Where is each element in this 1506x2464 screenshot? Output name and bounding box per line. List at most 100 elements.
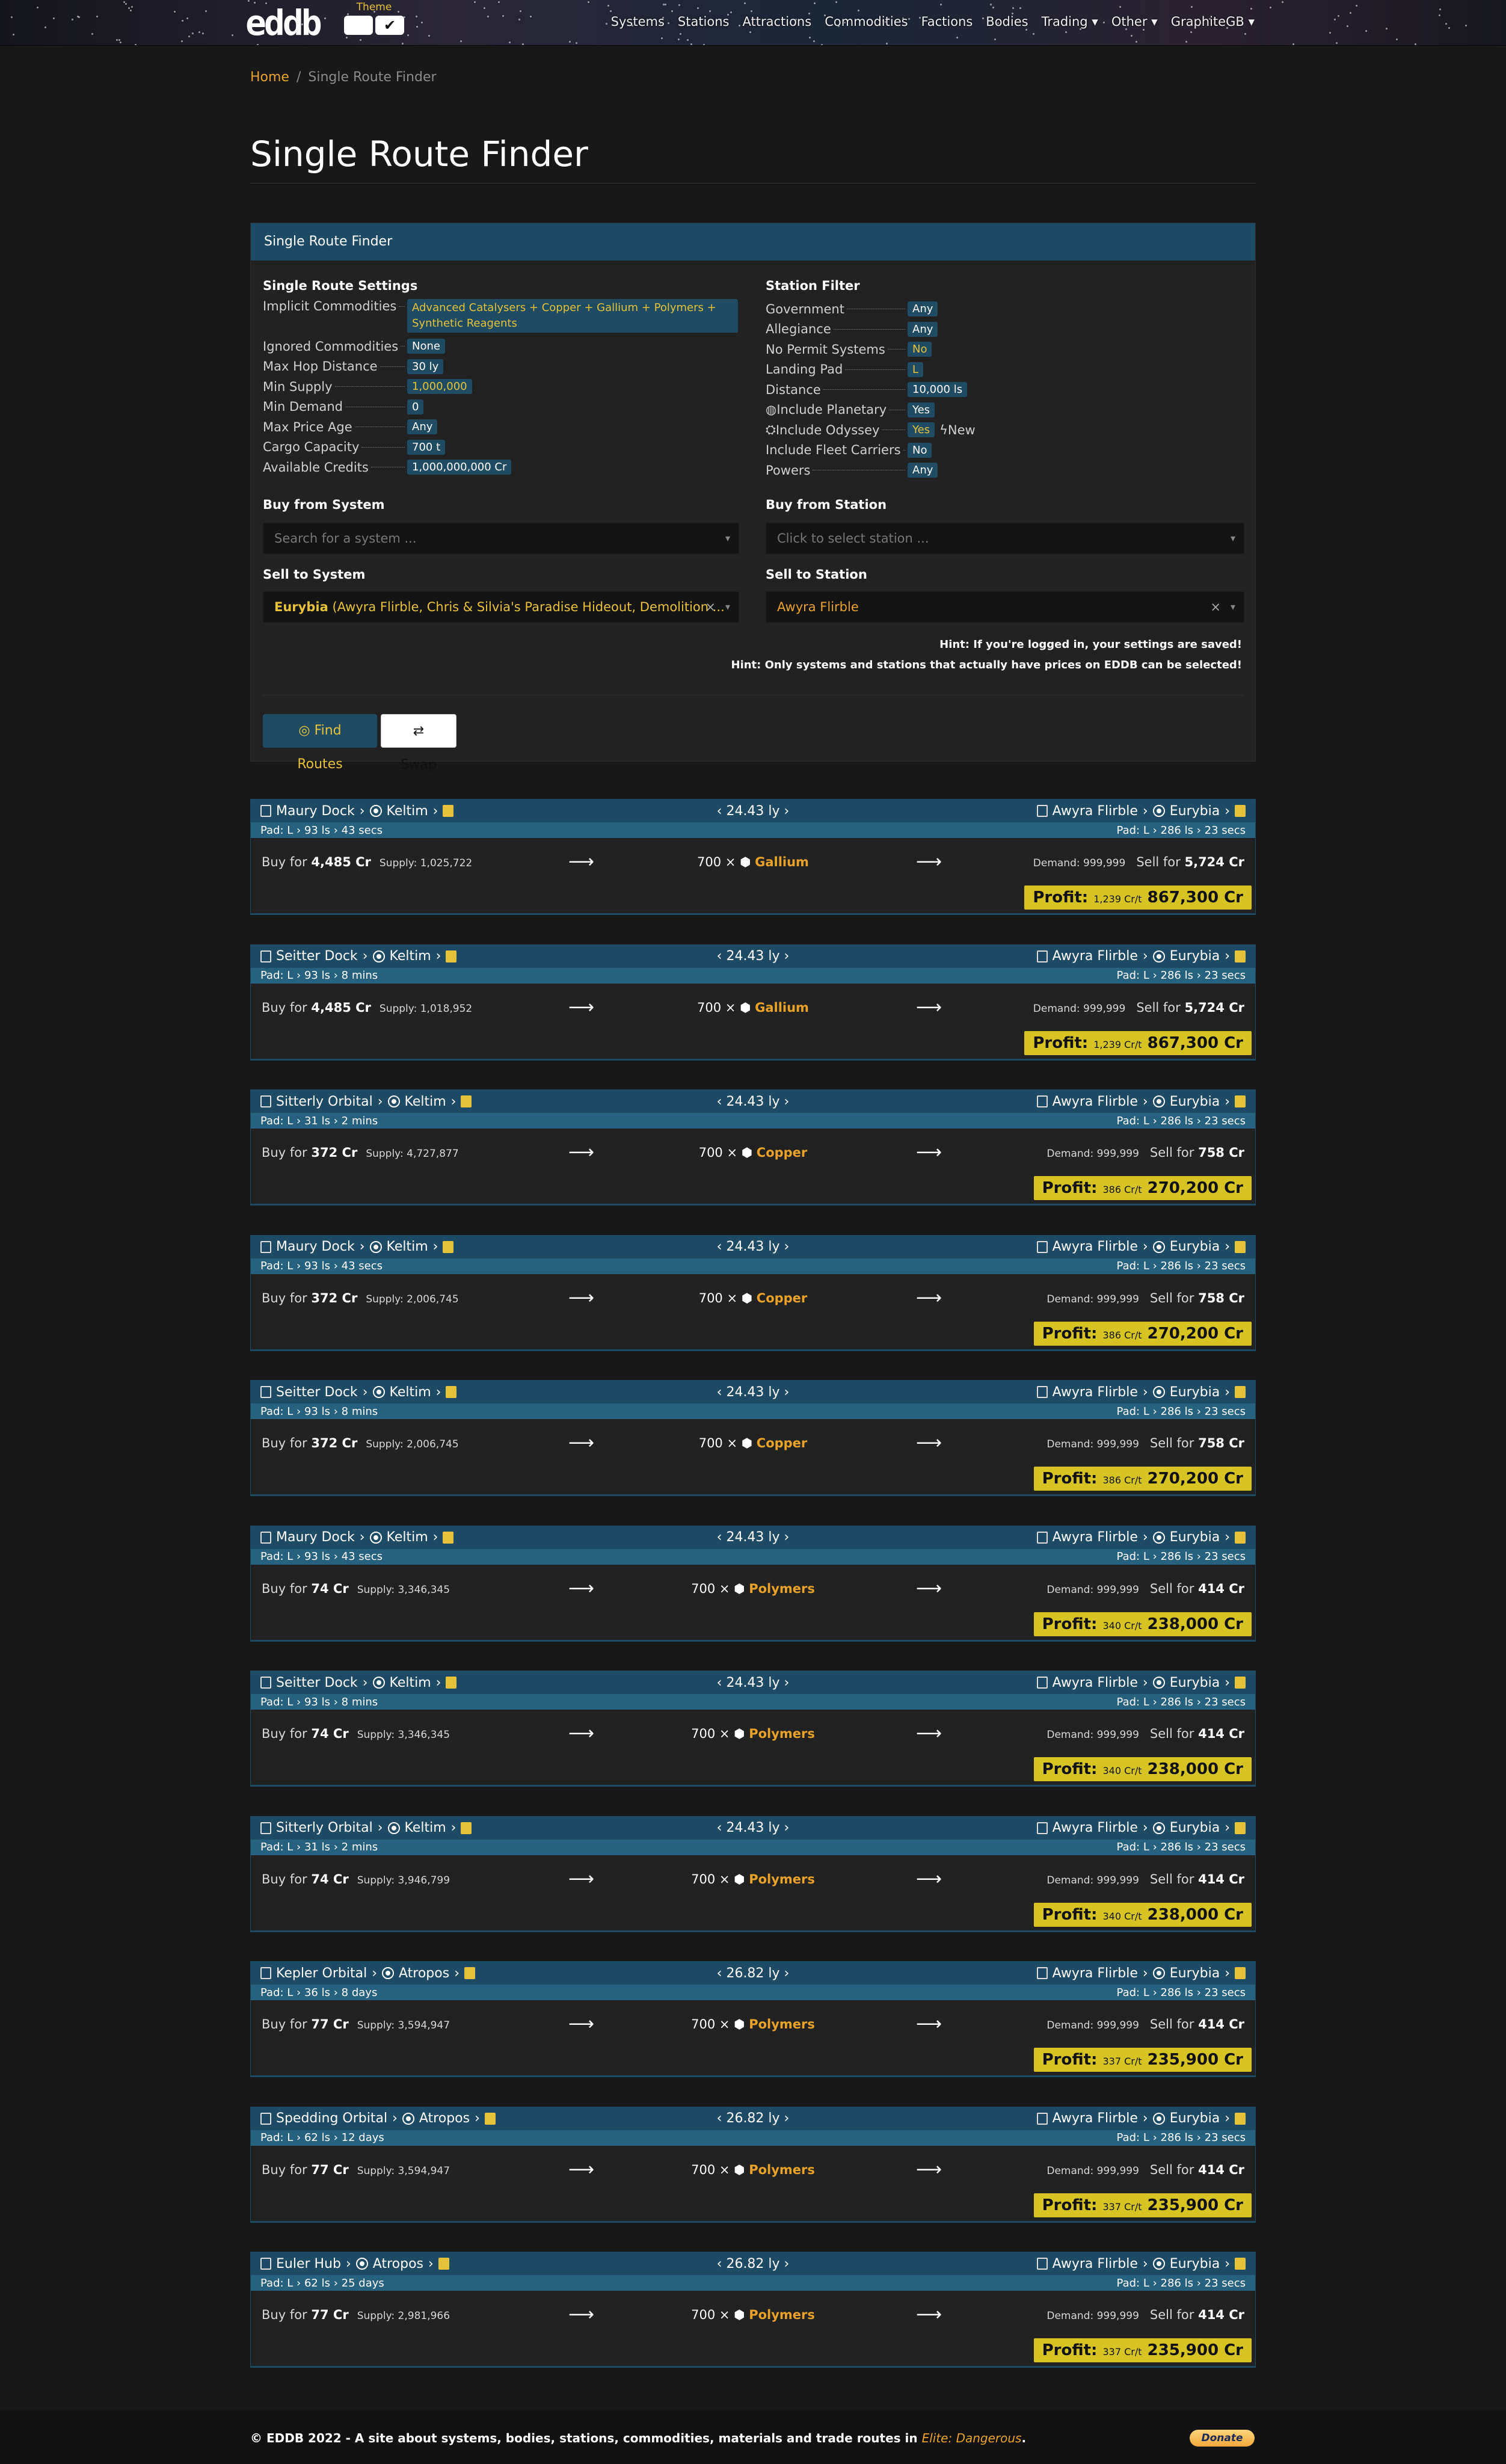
to-station[interactable]: Awyra Flirble [1053, 1820, 1138, 1835]
to-station[interactable]: Awyra Flirble [1053, 1675, 1138, 1690]
copy-icon[interactable] [1235, 2112, 1246, 2125]
from-station[interactable]: Kepler Orbital [276, 1966, 367, 1981]
setting-value[interactable]: Advanced Catalysers + Copper + Gallium +… [407, 299, 738, 333]
copy-icon[interactable] [1235, 1967, 1246, 1979]
from-station[interactable]: Sitterly Orbital [276, 1094, 373, 1109]
to-system[interactable]: Eurybia [1170, 2111, 1220, 2126]
copy-icon[interactable] [1235, 1677, 1246, 1689]
commodity-name[interactable]: Polymers [749, 2308, 815, 2322]
setting-value[interactable]: L [908, 362, 924, 377]
find-routes-button[interactable]: ◎ Find Routes [263, 714, 377, 772]
setting-value[interactable]: No [908, 342, 932, 357]
setting-value[interactable]: 0 [407, 399, 424, 414]
setting-value[interactable]: No [908, 442, 932, 458]
to-system[interactable]: Eurybia [1170, 1094, 1220, 1109]
copy-icon[interactable] [443, 805, 454, 817]
sell-system-select[interactable]: Eurybia (Awyra Flirble, Chris & Silvia's… [263, 591, 739, 623]
from-system[interactable]: Keltim [390, 1675, 431, 1690]
from-station[interactable]: Sitterly Orbital [276, 1820, 373, 1835]
setting-value[interactable]: Any [908, 463, 938, 478]
nav-link[interactable]: Stations [678, 14, 730, 29]
from-system[interactable]: Atropos [419, 2111, 470, 2126]
copy-icon[interactable] [438, 2258, 449, 2270]
nav-link[interactable]: Commodities [825, 14, 908, 29]
copy-icon[interactable] [1235, 2258, 1246, 2270]
from-system[interactable]: Keltim [405, 1820, 446, 1835]
commodity-name[interactable]: Gallium [755, 855, 809, 869]
from-system[interactable]: Keltim [405, 1094, 446, 1109]
copy-icon[interactable] [1235, 1240, 1246, 1253]
check-icon[interactable]: ✔ [375, 16, 404, 35]
setting-value[interactable]: Yes [908, 402, 935, 417]
commodity-name[interactable]: Polymers [749, 2163, 815, 2177]
commodity-name[interactable]: Polymers [749, 1872, 815, 1886]
from-station[interactable]: Seitter Dock [276, 949, 358, 964]
breadcrumb-home[interactable]: Home [250, 70, 289, 85]
to-station[interactable]: Awyra Flirble [1053, 1385, 1138, 1400]
copy-icon[interactable] [1235, 1386, 1246, 1398]
copy-icon[interactable] [443, 1531, 454, 1544]
copy-icon[interactable] [1235, 1531, 1246, 1544]
nav-link[interactable]: GraphiteGB ▾ [1171, 14, 1255, 29]
to-system[interactable]: Eurybia [1170, 1239, 1220, 1254]
setting-value[interactable]: None [407, 339, 445, 354]
to-station[interactable]: Awyra Flirble [1053, 2111, 1138, 2126]
setting-value[interactable]: 10,000 ls [908, 382, 968, 398]
from-station[interactable]: Maury Dock [276, 1530, 355, 1545]
clear-icon[interactable]: × [1210, 592, 1221, 622]
to-station[interactable]: Awyra Flirble [1053, 2256, 1138, 2272]
toggle-off-icon[interactable] [344, 16, 373, 35]
nav-link[interactable]: Attractions [743, 14, 812, 29]
buy-station-select[interactable]: Click to select station ... ▾ [766, 523, 1244, 554]
to-station[interactable]: Awyra Flirble [1053, 1530, 1138, 1545]
nav-link[interactable]: Bodies [986, 14, 1028, 29]
to-system[interactable]: Eurybia [1170, 949, 1220, 964]
eddb-logo[interactable]: eddb [245, 5, 322, 40]
copy-icon[interactable] [464, 1967, 476, 1979]
to-system[interactable]: Eurybia [1170, 1385, 1220, 1400]
chevron-down-icon[interactable]: ▾ [725, 523, 730, 553]
from-system[interactable]: Keltim [390, 949, 431, 964]
copy-icon[interactable] [1235, 950, 1246, 962]
from-system[interactable]: Keltim [387, 1239, 428, 1254]
from-station[interactable]: Spedding Orbital [276, 2111, 387, 2126]
clear-icon[interactable]: × [705, 592, 716, 622]
swap-button[interactable]: ⇄ Swap [381, 714, 456, 772]
from-station[interactable]: Maury Dock [276, 804, 355, 819]
commodity-name[interactable]: Copper [757, 1436, 808, 1450]
to-system[interactable]: Eurybia [1170, 1820, 1220, 1835]
buy-system-select[interactable]: Search for a system ... ▾ [263, 523, 739, 554]
to-station[interactable]: Awyra Flirble [1053, 949, 1138, 964]
copy-icon[interactable] [446, 1386, 457, 1398]
footer-game-link[interactable]: Elite: Dangerous [922, 2431, 1022, 2445]
to-station[interactable]: Awyra Flirble [1053, 804, 1138, 819]
chevron-down-icon[interactable]: ▾ [1231, 523, 1235, 553]
nav-link[interactable]: Other ▾ [1111, 14, 1158, 29]
copy-icon[interactable] [461, 1095, 472, 1107]
theme-switch[interactable]: Theme ✔ [342, 1, 407, 37]
commodity-name[interactable]: Polymers [749, 1726, 815, 1741]
to-station[interactable]: Awyra Flirble [1053, 1966, 1138, 1981]
copy-icon[interactable] [443, 1240, 454, 1253]
theme-toggle[interactable]: ✔ [344, 16, 404, 35]
commodity-name[interactable]: Polymers [749, 2017, 815, 2031]
from-station[interactable]: Seitter Dock [276, 1675, 358, 1690]
from-system[interactable]: Keltim [390, 1385, 431, 1400]
nav-link[interactable]: Trading ▾ [1042, 14, 1098, 29]
chevron-down-icon[interactable]: ▾ [1231, 592, 1235, 622]
setting-value[interactable]: Any [908, 301, 938, 317]
from-system[interactable]: Keltim [387, 1530, 428, 1545]
commodity-name[interactable]: Gallium [755, 1000, 809, 1015]
copy-icon[interactable] [446, 950, 457, 962]
to-system[interactable]: Eurybia [1170, 2256, 1220, 2272]
nav-link[interactable]: Factions [921, 14, 973, 29]
copy-icon[interactable] [461, 1822, 472, 1834]
commodity-name[interactable]: Polymers [749, 1582, 815, 1596]
from-system[interactable]: Atropos [373, 2256, 423, 2272]
from-station[interactable]: Maury Dock [276, 1239, 355, 1254]
setting-value[interactable]: Any [407, 419, 438, 435]
from-system[interactable]: Keltim [387, 804, 428, 819]
sell-station-select[interactable]: Awyra Flirble × ▾ [766, 591, 1244, 623]
copy-icon[interactable] [1235, 805, 1246, 817]
to-station[interactable]: Awyra Flirble [1053, 1094, 1138, 1109]
